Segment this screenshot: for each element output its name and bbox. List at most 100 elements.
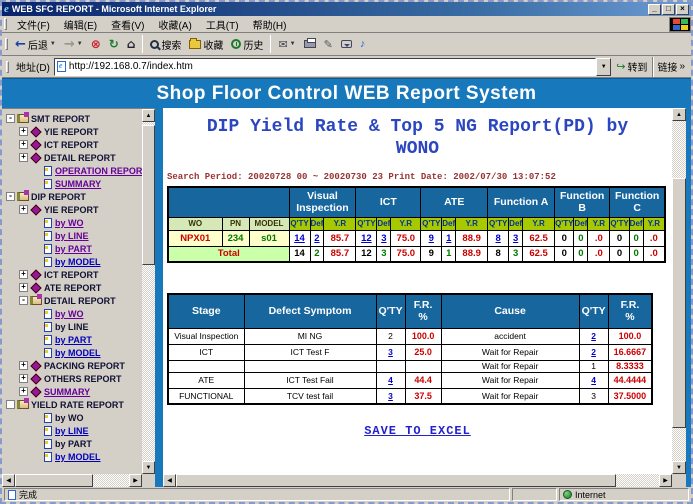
tree-item-label[interactable]: by WO xyxy=(55,218,84,228)
report-vertical-scrollbar[interactable]: ▲ ▼ xyxy=(672,108,686,474)
tree-hscroll-thumb[interactable] xyxy=(15,474,93,487)
qty-value-link[interactable]: 14 xyxy=(294,233,305,244)
tree-item-label[interactable]: by WO xyxy=(55,309,84,319)
qty-value-link[interactable]: 8 xyxy=(496,233,501,244)
tree-item-label[interactable]: SUMMARY xyxy=(44,387,90,397)
menu-t[interactable]: 工具(T) xyxy=(199,16,246,33)
favorites-button[interactable]: 收藏 xyxy=(185,34,227,54)
frame-divider[interactable] xyxy=(155,108,163,487)
edit-button[interactable]: ✎ xyxy=(320,34,337,54)
save-to-excel-link[interactable]: SAVE TO EXCEL xyxy=(364,424,471,438)
scroll-up-icon[interactable]: ▲ xyxy=(672,108,686,121)
forward-dropdown-icon[interactable]: ▼ xyxy=(77,41,83,47)
tree-item-label[interactable]: OPERATION REPORT xyxy=(55,166,142,176)
tree-item-label[interactable]: by PART xyxy=(55,335,92,345)
tree-expand-toggle[interactable] xyxy=(6,400,15,409)
tree-item-label[interactable]: ICT REPORT xyxy=(44,140,99,150)
tree-item-label[interactable]: DETAIL REPORT xyxy=(44,296,116,306)
go-button[interactable]: ↪ 转到 xyxy=(611,57,652,77)
tree-item-label[interactable]: YIE REPORT xyxy=(44,205,99,215)
tree-item-label[interactable]: YIELD RATE REPORT xyxy=(31,400,124,410)
def-value-link[interactable]: 3 xyxy=(381,233,386,244)
scroll-down-icon[interactable]: ▼ xyxy=(672,461,686,474)
scroll-up-icon[interactable]: ▲ xyxy=(142,109,155,122)
tree-expand-toggle[interactable]: + xyxy=(19,140,28,149)
tree-expand-toggle[interactable]: + xyxy=(19,205,28,214)
back-button[interactable]: ← 后退 ▼ xyxy=(11,34,60,54)
tree-item-label[interactable]: YIE REPORT xyxy=(44,127,99,137)
def-value-link[interactable]: 2 xyxy=(314,233,319,244)
scroll-right-icon[interactable]: ▶ xyxy=(659,474,672,487)
tree-item-label[interactable]: ICT REPORT xyxy=(44,270,99,280)
tree-item-label[interactable]: by MODEL xyxy=(55,348,101,358)
print-button[interactable] xyxy=(300,34,320,54)
tree-item-label[interactable]: SUMMARY xyxy=(55,179,101,189)
tree-vertical-scrollbar[interactable]: ▲ ▼ xyxy=(142,109,155,474)
discuss-button[interactable] xyxy=(337,34,356,54)
stop-button[interactable]: ⊗ xyxy=(87,34,105,54)
address-dropdown-icon[interactable]: ▼ xyxy=(596,58,611,76)
report-vscroll-thumb[interactable] xyxy=(672,178,686,428)
qty-value-link[interactable]: 3 xyxy=(388,391,393,401)
tree-expand-toggle[interactable]: + xyxy=(19,270,28,279)
refresh-button[interactable]: ↻ xyxy=(105,34,123,54)
cause-qty-value-link[interactable]: 4 xyxy=(591,375,596,385)
close-button[interactable]: × xyxy=(676,4,689,15)
media-button[interactable]: ♪ xyxy=(356,34,370,54)
report-hscroll-thumb[interactable] xyxy=(176,474,616,487)
tree-item-label[interactable]: OTHERS REPORT xyxy=(44,374,122,384)
tree-expand-toggle[interactable]: - xyxy=(19,296,28,305)
menu-a[interactable]: 收藏(A) xyxy=(151,16,198,33)
address-input[interactable]: http://192.168.0.7/index.htm xyxy=(54,58,596,76)
mail-dropdown-icon[interactable]: ▼ xyxy=(290,41,296,47)
tree-expand-toggle[interactable]: + xyxy=(19,387,28,396)
tree-item-label[interactable]: by LINE xyxy=(55,231,89,241)
tree-expand-toggle[interactable]: + xyxy=(19,153,28,162)
tree-item-label[interactable]: by PART xyxy=(55,244,92,254)
scroll-left-icon[interactable]: ◀ xyxy=(163,474,176,487)
tree-expand-toggle[interactable]: + xyxy=(19,374,28,383)
tree-expand-toggle[interactable]: + xyxy=(19,127,28,136)
qty-value-link[interactable]: 3 xyxy=(388,347,393,357)
qty-value-link[interactable]: 12 xyxy=(361,233,372,244)
tree-expand-toggle[interactable]: - xyxy=(6,114,15,123)
tree-item-label[interactable]: by MODEL xyxy=(55,452,101,462)
home-button[interactable]: ⌂ xyxy=(123,34,140,54)
cause-qty-value-link[interactable]: 2 xyxy=(591,331,596,341)
menu-f[interactable]: 文件(F) xyxy=(10,16,57,33)
tree-item-label[interactable]: by WO xyxy=(55,413,84,423)
minimize-button[interactable]: _ xyxy=(648,4,661,15)
tree-item-label[interactable]: by PART xyxy=(55,439,92,449)
tree-item-label[interactable]: ATE REPORT xyxy=(44,283,101,293)
tree-item-label[interactable]: SMT REPORT xyxy=(31,114,90,124)
scroll-left-icon[interactable]: ◀ xyxy=(2,474,15,487)
tree-horizontal-scrollbar[interactable]: ◀ ▶ xyxy=(2,474,142,487)
def-value-link[interactable]: 1 xyxy=(446,233,451,244)
tree-item-label[interactable]: DIP REPORT xyxy=(31,192,86,202)
search-button[interactable]: 搜索 xyxy=(146,34,185,54)
tree-item-label[interactable]: PACKING REPORT xyxy=(44,361,125,371)
menu-e[interactable]: 编辑(E) xyxy=(57,16,104,33)
forward-button[interactable]: → ▼ xyxy=(60,34,87,54)
tree-item-label[interactable]: by LINE xyxy=(55,426,89,436)
cause-qty-value-link[interactable]: 2 xyxy=(591,347,596,357)
back-dropdown-icon[interactable]: ▼ xyxy=(50,41,56,47)
tree-expand-toggle[interactable]: + xyxy=(19,283,28,292)
history-button[interactable]: 历史 xyxy=(227,34,267,54)
scroll-right-icon[interactable]: ▶ xyxy=(129,474,142,487)
menu-v[interactable]: 查看(V) xyxy=(104,16,151,33)
tree-item-label[interactable]: by MODEL xyxy=(55,257,101,267)
menu-h[interactable]: 帮助(H) xyxy=(246,16,294,33)
tree-item-label[interactable]: by LINE xyxy=(55,322,89,332)
qty-value-link[interactable]: 9 xyxy=(429,233,434,244)
report-horizontal-scrollbar[interactable]: ◀ ▶ xyxy=(163,474,672,487)
def-value-link[interactable]: 3 xyxy=(513,233,518,244)
mail-button[interactable]: ✉▼ xyxy=(274,34,299,54)
tree-vscroll-thumb[interactable] xyxy=(142,125,155,265)
tree-item-label[interactable]: DETAIL REPORT xyxy=(44,153,116,163)
restore-button[interactable]: □ xyxy=(662,4,675,15)
scroll-down-icon[interactable]: ▼ xyxy=(142,461,155,474)
tree-expand-toggle[interactable]: - xyxy=(6,192,15,201)
links-button[interactable]: 链接 » xyxy=(652,57,689,77)
qty-value-link[interactable]: 4 xyxy=(388,375,393,385)
